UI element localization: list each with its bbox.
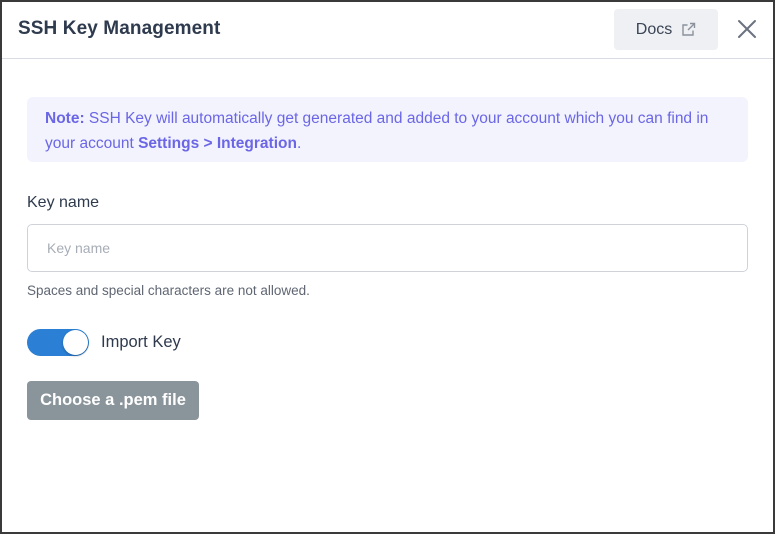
key-name-hint: Spaces and special characters are not al… — [27, 283, 310, 298]
ssh-key-modal: SSH Key Management Docs Note: SSH Key wi… — [0, 0, 775, 534]
external-link-icon — [681, 22, 696, 37]
key-name-label: Key name — [27, 194, 100, 211]
close-icon — [738, 20, 756, 38]
docs-button-label: Docs — [635, 20, 673, 38]
close-button[interactable] — [735, 17, 759, 41]
toggle-knob — [63, 330, 88, 355]
import-key-toggle[interactable] — [27, 329, 89, 356]
note-settings-path: Settings > Integration — [138, 135, 297, 152]
info-note: Note: SSH Key will automatically get gen… — [27, 97, 748, 162]
docs-button[interactable]: Docs — [614, 9, 718, 50]
choose-pem-file-button[interactable]: Choose a .pem file — [27, 381, 199, 420]
key-name-input[interactable] — [27, 224, 748, 272]
modal-header: SSH Key Management Docs — [2, 2, 773, 59]
choose-pem-file-label: Choose a .pem file — [40, 391, 186, 409]
note-prefix: Note: — [45, 110, 85, 127]
note-suffix: . — [296, 135, 302, 152]
modal-title: SSH Key Management — [18, 18, 221, 39]
import-key-label: Import Key — [101, 333, 181, 351]
